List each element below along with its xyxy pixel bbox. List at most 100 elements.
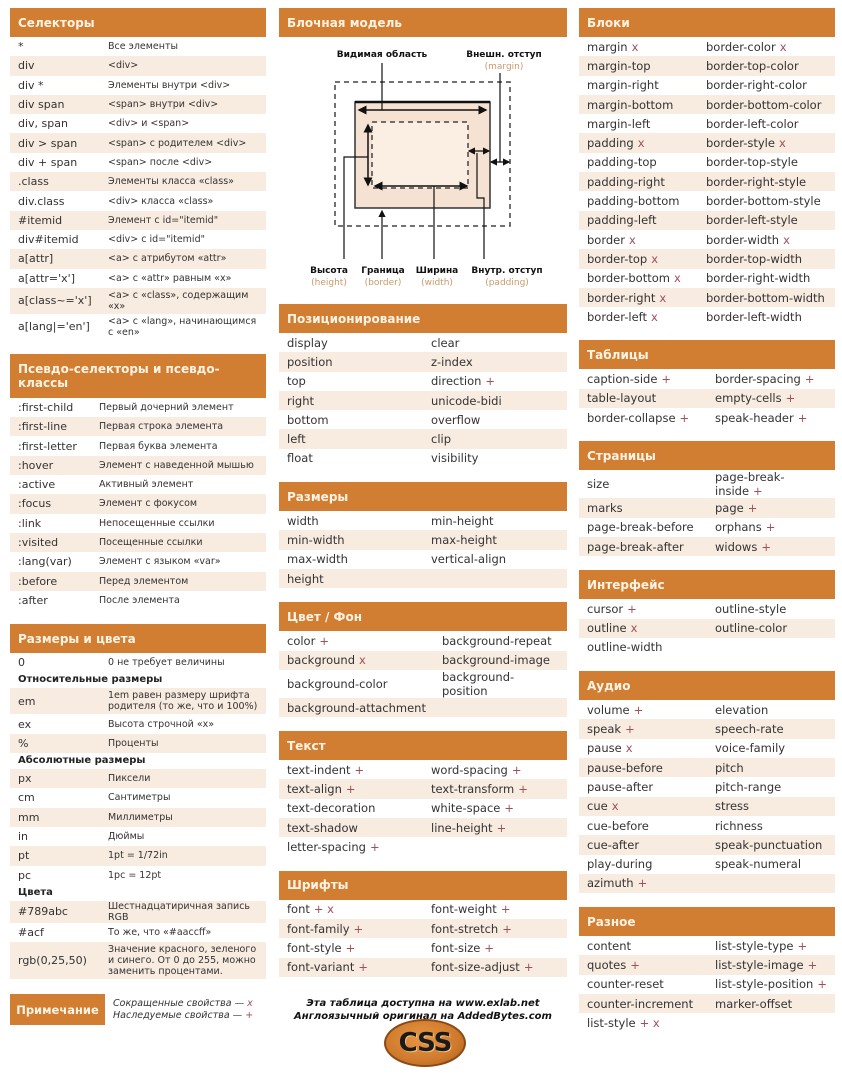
item-key: :focus (18, 497, 52, 511)
item-description: <div> и <span> (108, 118, 190, 130)
list-item: :lang(var) Элемент с языком «var» (10, 552, 266, 572)
item-key: ex (18, 717, 32, 731)
subheading-colors: Цвета (18, 886, 53, 898)
list-item: :after После элемента (10, 590, 266, 611)
property-marker: + (369, 839, 380, 854)
property-name: bottom (287, 412, 329, 427)
property-name: voice-family (715, 741, 786, 756)
property-cell: list-style-type + (715, 939, 807, 953)
list-item: :hover Элемент с наведенной мышью (10, 455, 266, 476)
property-row: margin-right border-right-color (579, 75, 835, 95)
box-model-svg: Видимая область Внешн. отступ (margin) В… (310, 49, 543, 288)
list-item: in Дюймы (10, 826, 266, 847)
unit-desc: 0 не требует величины (108, 657, 225, 669)
property-name: counter-increment (587, 996, 694, 1011)
property-name: vertical-align (431, 552, 507, 567)
property-name: color (287, 633, 316, 648)
property-cell: page + (715, 501, 757, 515)
column-right: Блоки margin x border-color x margin-top bord… (579, 8, 835, 1047)
property-name: cue-after (587, 837, 640, 852)
property-name: border-bottom (587, 271, 670, 286)
section-color-background: Цвет / Фон color + background-repeat backgr… (279, 602, 567, 718)
unit-name: 0 (18, 656, 25, 670)
section-misc: Разное content list-style-type + quotes + lis… (579, 907, 835, 1033)
property-name: list-style-position (715, 977, 814, 992)
property-cell: top (287, 374, 431, 388)
property-cell: background-position (442, 670, 559, 698)
property-marker: + (319, 633, 329, 648)
property-marker: + (817, 977, 827, 992)
item-description: Сантиметры (108, 792, 171, 804)
property-cell: border-bottom-style (706, 194, 821, 208)
property-cell: border-style x (706, 136, 786, 150)
section-dimensions: Размеры width min-height min-width max-heig… (279, 482, 567, 589)
property-cell: margin-left (587, 117, 706, 131)
label-border: Граница (361, 266, 405, 276)
property-name: border-left (587, 309, 648, 324)
tables-list: caption-side + border-spacing + table-layout… (579, 369, 835, 428)
list-item: :first-line Первая строка элемента (10, 417, 266, 437)
property-cell: pause-after (587, 780, 715, 794)
property-cell: marker-offset (715, 997, 792, 1011)
property-row: position z-index (279, 352, 567, 372)
property-marker: + (518, 782, 528, 797)
property-cell: max-width (287, 552, 431, 566)
property-cell: outline-style (715, 602, 786, 616)
property-name: stress (715, 799, 750, 814)
units-list: 0 0 не требует величины Относительные ра… (10, 653, 266, 980)
property-row: background-color background-position (279, 669, 567, 698)
property-cell: border-top x (587, 252, 706, 266)
list-item: .class Элементы класса «class» (10, 172, 266, 192)
item-key: :first-line (18, 420, 68, 434)
property-cell: visibility (431, 451, 478, 465)
list-item: pt 1pt = 1/72in (10, 846, 266, 866)
property-row: size page-break-inside + (579, 470, 835, 499)
property-row: right unicode-bidi (279, 390, 567, 411)
property-marker: + (627, 601, 637, 616)
property-cell: elevation (715, 703, 768, 717)
property-name: position (287, 354, 333, 369)
shorthand-marker: x (247, 997, 253, 1009)
property-cell: unicode-bidi (431, 394, 502, 408)
property-cell: border-top-width (706, 252, 802, 266)
property-name: marks (587, 500, 623, 515)
item-key: #acf (18, 925, 44, 939)
label-visible-area: Видимая область (337, 49, 428, 60)
property-row: margin x border-color x (579, 37, 835, 57)
property-cell: border-left-style (706, 213, 798, 227)
item-description: 1pc = 12pt (108, 869, 162, 881)
property-marker: + (661, 372, 672, 387)
property-cell: border-left-color (706, 117, 798, 131)
property-name: margin-left (587, 116, 651, 131)
audio-list: volume + elevation speak + speech-rate pause x v… (579, 700, 835, 894)
box-model-diagram: Видимая область Внешн. отступ (margin) В… (279, 37, 567, 290)
item-key: :after (18, 593, 48, 607)
section-audio: Аудио volume + elevation speak + speech-rate p… (579, 671, 835, 894)
property-cell: play-during (587, 857, 715, 871)
section-header: Цвет / Фон (279, 602, 567, 632)
note-header: Примечание (10, 994, 105, 1025)
property-name: caption-side (587, 372, 658, 387)
property-cell: min-width (287, 533, 431, 547)
property-name: border-right (587, 290, 656, 305)
property-cell: azimuth + (587, 876, 715, 890)
property-row: margin-top border-top-color (579, 56, 835, 76)
property-name: left (287, 432, 306, 447)
property-name: speak-header (715, 410, 794, 425)
list-item: em 1em равен размеру шрифта родителя (то … (10, 688, 266, 715)
property-row: text-indent + word-spacing + (279, 760, 567, 780)
property-name: border-left-style (706, 213, 798, 228)
property-name: page-break-before (587, 520, 694, 535)
property-row: font-style + font-size + (279, 938, 567, 958)
property-cell: font-size-adjust + (431, 960, 533, 974)
property-name: border-bottom-width (706, 290, 825, 305)
property-cell: size (587, 477, 715, 491)
item-description: Элементы класса «class» (108, 176, 234, 188)
section-positioning: Позиционирование display clear position z-i… (279, 304, 567, 469)
property-cell: volume + (587, 703, 715, 717)
property-cell: padding-left (587, 213, 706, 227)
property-cell: cue x (587, 799, 715, 813)
property-row: padding x border-style x (579, 133, 835, 153)
section-header: Блочная модель (279, 8, 567, 37)
selectors-list: * Все элементы div <div> div * Элементы внутр… (10, 37, 266, 340)
